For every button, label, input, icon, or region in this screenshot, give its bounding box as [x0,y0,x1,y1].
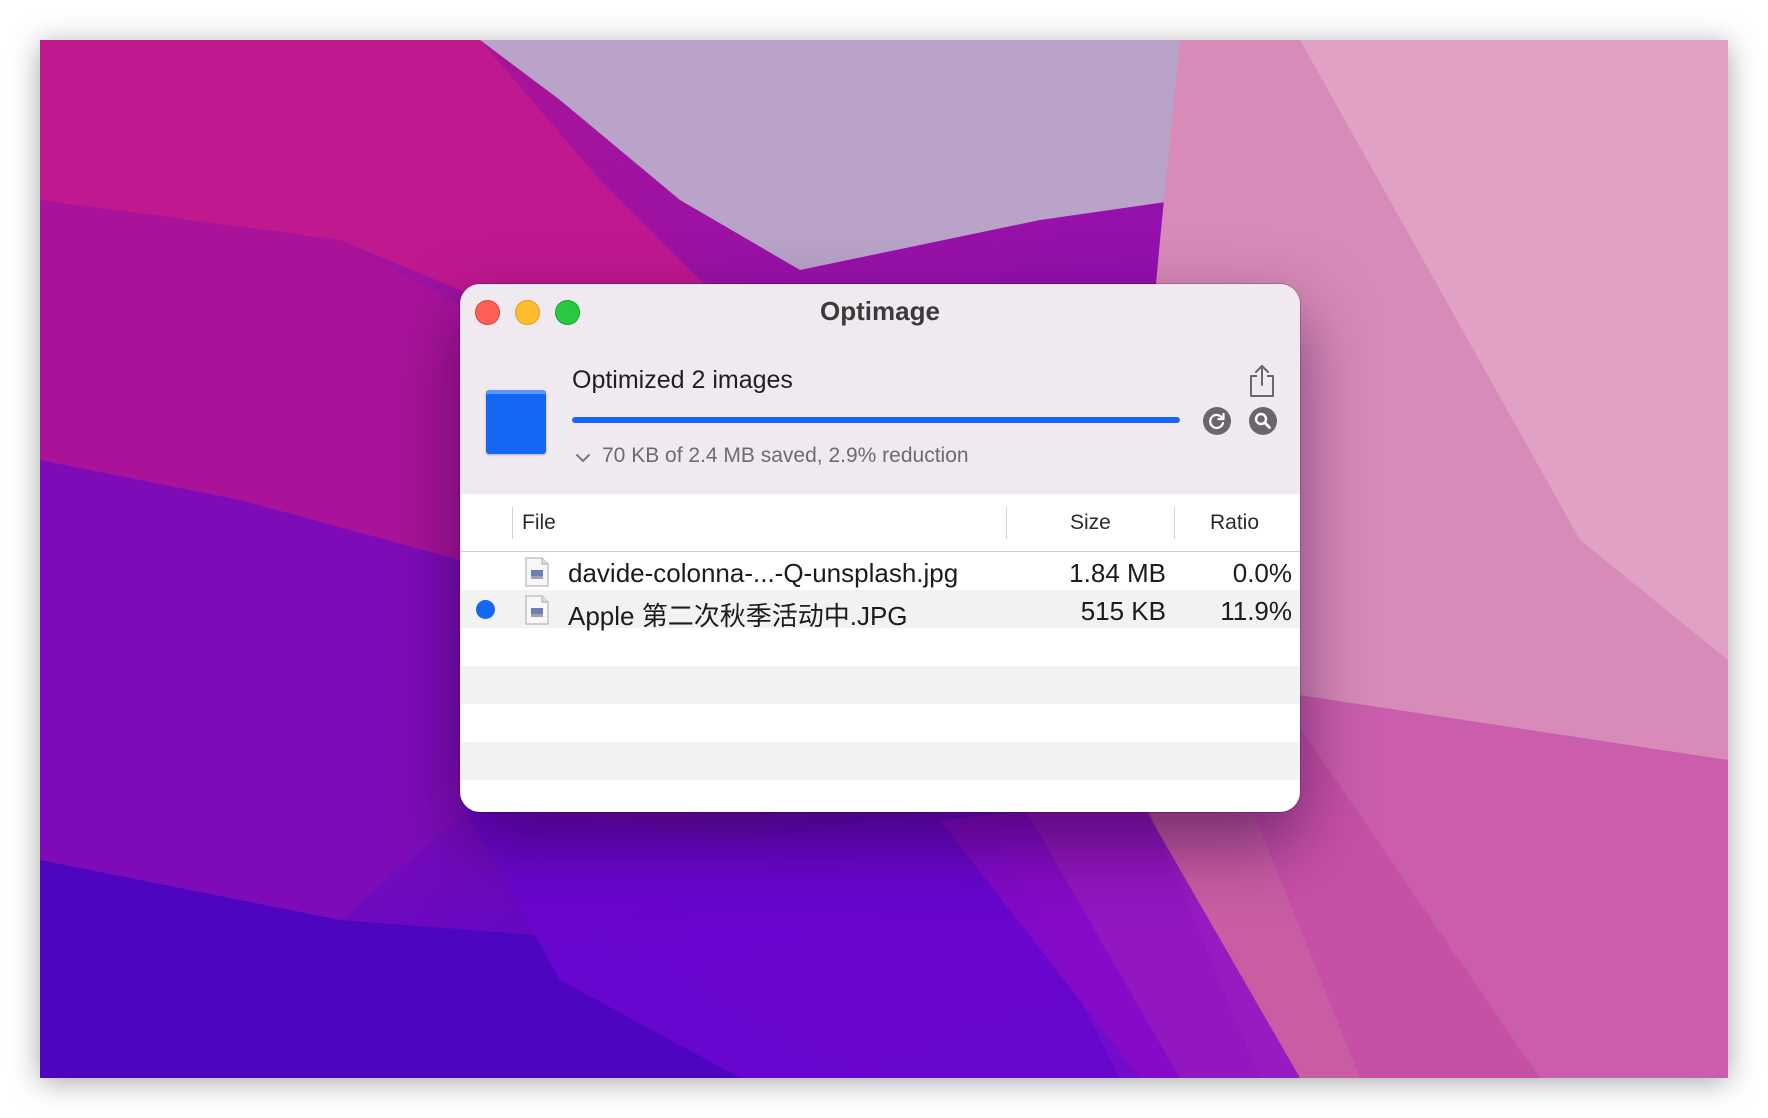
status-heading: Optimized 2 images [572,366,793,394]
chevron-down-icon[interactable] [574,449,592,467]
refresh-icon[interactable] [1202,406,1232,436]
progress-fill [572,417,1180,423]
column-separator[interactable] [512,507,513,539]
optimized-indicator-dot [476,600,495,619]
table-header: File Size Ratio [460,494,1300,552]
file-ratio: 11.9% [1220,596,1292,626]
file-ratio: 0.0% [1232,558,1292,588]
table-row[interactable]: Apple 第二次秋季活动中.JPG 515 KB 11.9% [460,590,1300,631]
share-icon[interactable] [1248,364,1276,398]
magnifier-icon[interactable] [1248,406,1278,436]
window-header: Optimage Optimized 2 images 70 KB of 2.4… [460,284,1300,495]
jpeg-file-icon [525,595,549,625]
optimage-window: Optimage Optimized 2 images 70 KB of 2.4… [460,284,1300,812]
column-header-file[interactable]: File [522,511,556,535]
jpeg-file-icon [525,557,549,587]
progress-bar [572,417,1180,423]
column-header-size[interactable]: Size [1070,511,1111,535]
empty-row [460,628,1300,666]
empty-row [460,742,1300,780]
window-title: Optimage [820,296,940,326]
file-size: 1.84 MB [1069,558,1166,588]
empty-row [460,704,1300,742]
empty-row [460,780,1300,812]
column-header-ratio[interactable]: Ratio [1210,511,1259,535]
file-name: davide-colonna-...-Q-unsplash.jpg [568,558,959,588]
column-separator[interactable] [1006,507,1007,539]
column-separator[interactable] [1174,507,1175,539]
savings-summary: 70 KB of 2.4 MB saved, 2.9% reduction [602,444,969,467]
document-icon [486,390,546,454]
file-size: 515 KB [1080,596,1166,626]
table-row[interactable]: davide-colonna-...-Q-unsplash.jpg 1.84 M… [460,552,1300,590]
empty-row [460,666,1300,704]
